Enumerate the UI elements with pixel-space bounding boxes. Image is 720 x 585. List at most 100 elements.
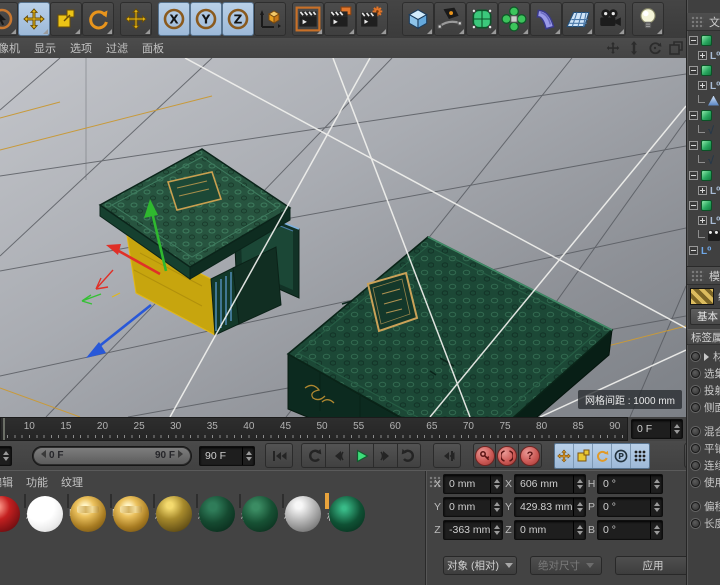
timeline-playhead[interactable] [3,418,5,440]
render-to-picture-viewer-button[interactable] [324,2,356,36]
object-tree-row[interactable] [687,138,720,153]
keyframe-dot-icon[interactable] [691,461,700,470]
spinner-arrows-icon[interactable] [573,521,585,539]
object-type-icon[interactable] [708,155,714,167]
material-thumbnail[interactable] [282,494,284,508]
light-button[interactable] [632,2,664,36]
last-used-tool-button[interactable] [120,2,152,36]
menu-display[interactable]: 显示 [34,40,56,56]
deformer-button[interactable] [498,2,530,36]
tree-expander-icon[interactable] [698,230,705,238]
spinner-arrows-icon[interactable] [573,498,585,516]
current-frame-spinner[interactable]: 0 F [631,419,683,439]
object-type-icon[interactable] [708,96,719,106]
menu-texture[interactable]: 纹理 [61,474,83,490]
environment-button[interactable] [530,2,562,36]
pan-view-icon[interactable] [605,40,620,55]
object-tree-row[interactable] [687,33,720,48]
texture-tag-thumbnail[interactable] [690,288,714,305]
spinner-arrows-icon[interactable] [490,521,502,539]
object-type-icon[interactable] [701,200,712,211]
rotate-tool-button[interactable] [82,2,114,36]
rotate-view-icon[interactable] [647,40,662,55]
position-input[interactable]: 0 mm [443,497,503,517]
object-tree-row[interactable] [687,108,720,123]
scale-tool-button[interactable] [50,2,82,36]
material-swatch[interactable]: 材质.3 [24,495,66,523]
keyframe-dot-icon[interactable] [691,403,700,412]
menu-options[interactable]: 选项 [70,40,92,56]
material-thumbnail[interactable] [153,494,155,508]
spinner-arrows-icon[interactable] [0,447,11,465]
object-manager-menu[interactable]: 文件 [709,14,720,30]
render-settings-button[interactable] [356,2,388,36]
keyframe-dot-icon[interactable] [691,369,700,378]
play-button[interactable] [349,443,373,468]
3d-viewport[interactable]: 网格间距 : 1000 mm [0,58,686,417]
material-thumbnail[interactable] [196,494,198,508]
autokeying-button[interactable] [496,443,519,468]
key-rotation-toggle[interactable] [593,444,612,468]
keyframe-dot-icon[interactable] [691,444,700,453]
tree-expander-icon[interactable] [698,95,705,103]
object-tree-row[interactable] [687,183,720,198]
frame-spinner-clipped[interactable] [0,446,12,466]
material-swatch[interactable]: Reflect [110,495,152,523]
next-frame-button[interactable] [373,443,397,468]
object-type-icon[interactable] [701,140,712,151]
tag-properties-section[interactable]: 标签属性 [687,329,720,345]
move-tool-button[interactable] [18,2,50,36]
camera-button[interactable] [594,2,626,36]
object-tree-row[interactable] [687,123,720,138]
tree-expander-icon[interactable] [698,125,705,133]
menu-cameras[interactable]: 摄像机 [0,40,20,56]
menu-filter[interactable]: 过滤 [106,40,128,56]
object-type-icon[interactable] [710,80,720,92]
object-type-icon[interactable] [710,185,720,197]
object-type-icon[interactable] [710,215,720,227]
tree-expander-icon[interactable] [689,66,698,75]
tree-expander-icon[interactable] [698,51,707,60]
render-view-button[interactable] [292,2,324,36]
zoom-view-icon[interactable] [626,40,641,55]
tree-expander-icon[interactable] [698,81,707,90]
material-thumbnail[interactable] [110,494,112,508]
subdivision-surface-button[interactable] [466,2,498,36]
keyframe-dot-icon[interactable] [691,519,700,528]
menu-function[interactable]: 功能 [26,474,48,490]
previous-frame-button[interactable] [325,443,349,468]
key-scale-toggle[interactable] [574,444,593,468]
rotation-input[interactable]: 0 ° [597,474,663,494]
object-tree-row[interactable] [687,63,720,78]
lock-x-axis-button[interactable]: X [158,2,190,36]
tree-expander-icon[interactable] [698,155,705,163]
right-tea-box[interactable] [288,237,612,417]
position-input[interactable]: 0 mm [443,474,503,494]
object-type-icon[interactable] [710,50,720,62]
tree-expander-icon[interactable] [689,171,698,180]
key-pla-toggle[interactable] [631,444,649,468]
next-key-button[interactable] [397,443,421,468]
record-keyframe-button[interactable] [473,443,496,468]
material-thumbnail[interactable] [239,494,241,508]
left-tea-box[interactable] [100,149,299,335]
keyframe-dot-icon[interactable] [691,502,700,511]
tree-expander-icon[interactable] [698,216,707,225]
tree-expander-icon[interactable] [689,246,698,255]
object-tree-row[interactable] [687,168,720,183]
material-swatch[interactable]: 材质.1 [325,495,367,523]
coordinate-system-button[interactable] [254,2,286,36]
object-tree-row[interactable] [687,93,720,108]
menu-edit[interactable]: 编辑 [0,474,13,490]
spinner-arrows-icon[interactable] [650,475,662,493]
object-type-icon[interactable] [708,234,720,241]
spinner-arrows-icon[interactable] [242,447,254,465]
timeline-ruler[interactable]: 1015202530354045505560657075808590 [0,417,628,441]
floor-button[interactable] [562,2,594,36]
keyframe-dot-icon[interactable] [691,427,700,436]
object-tree-row[interactable] [687,198,720,213]
tree-expander-icon[interactable] [689,201,698,210]
material-swatch[interactable]: Light M [67,495,109,523]
apply-button[interactable]: 应用 [615,556,691,575]
keyframe-help-button[interactable]: ? [519,443,542,468]
